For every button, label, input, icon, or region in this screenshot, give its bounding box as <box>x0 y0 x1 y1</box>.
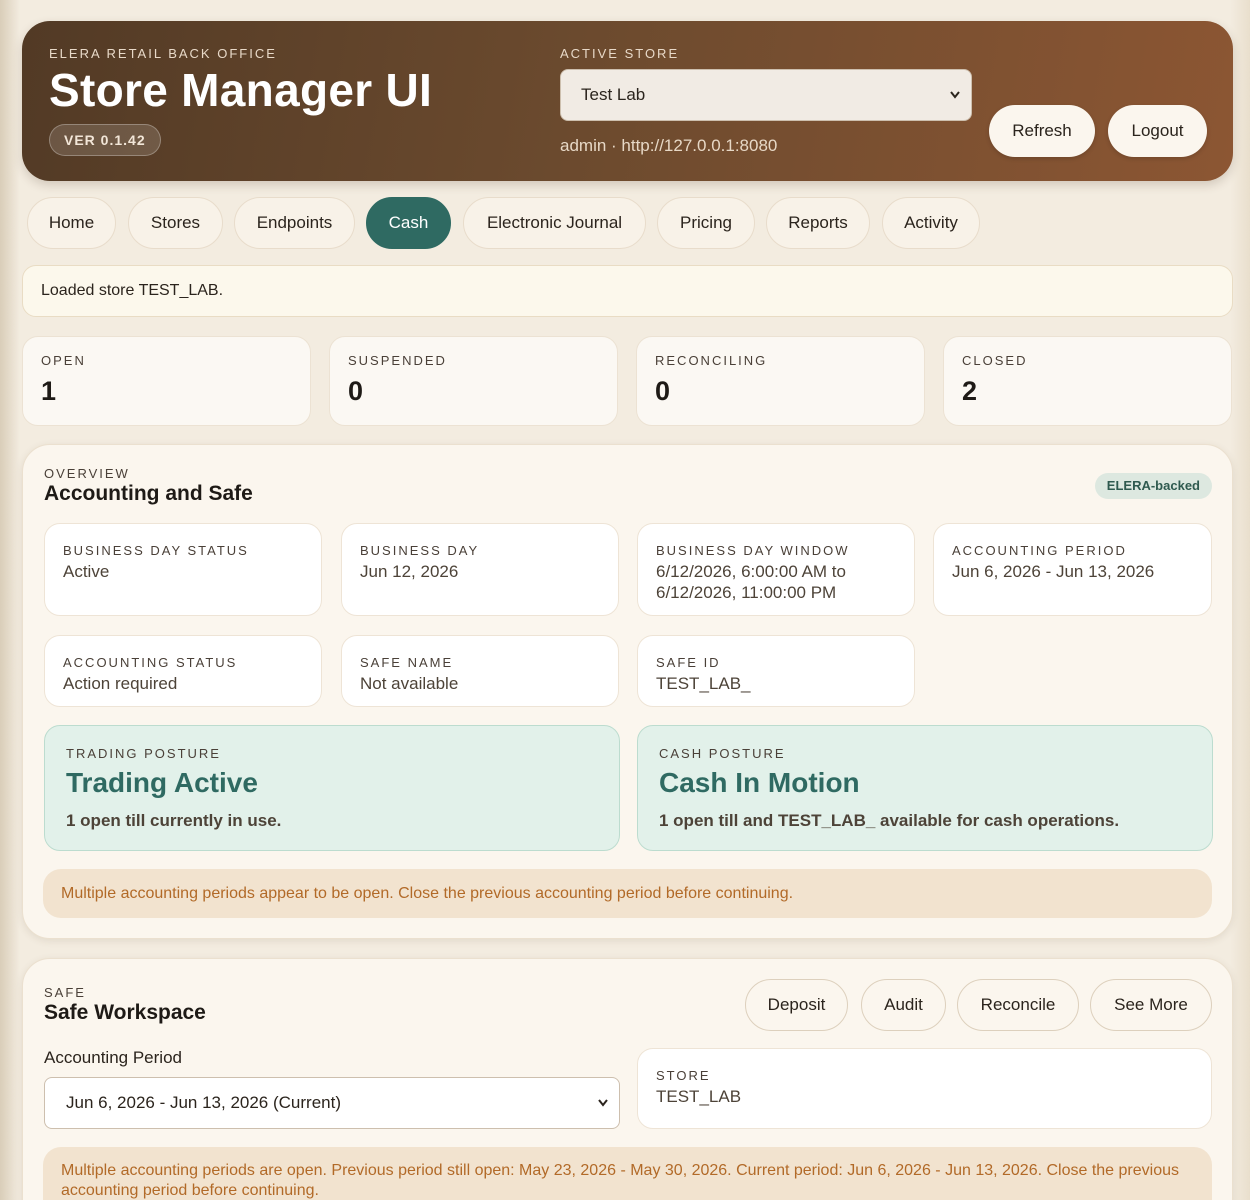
reconcile-button[interactable]: Reconcile <box>957 979 1079 1031</box>
trading-posture-title: Trading Active <box>66 767 258 798</box>
accounting-period-card: ACCOUNTING PERIOD Jun 6, 2026 - Jun 13, … <box>933 523 1212 616</box>
session-info: admin · http://127.0.0.1:8080 <box>560 136 778 155</box>
business-day-status-card: BUSINESS DAY STATUS Active <box>44 523 322 616</box>
refresh-button[interactable]: Refresh <box>989 105 1095 157</box>
info-value: Jun 6, 2026 - Jun 13, 2026 <box>952 562 1155 581</box>
trading-posture-desc: 1 open till currently in use. <box>66 811 282 830</box>
stat-value: 0 <box>348 376 364 406</box>
cash-posture-label: CASH POSTURE <box>659 746 786 761</box>
info-label: BUSINESS DAY WINDOW <box>656 543 850 558</box>
cash-posture-card: CASH POSTURE Cash In Motion 1 open till … <box>637 725 1213 851</box>
active-store-select[interactable]: Test Lab <box>560 69 972 121</box>
stat-label: CLOSED <box>962 353 1028 368</box>
info-label: BUSINESS DAY STATUS <box>63 543 249 558</box>
stat-label: RECONCILING <box>655 353 768 368</box>
info-value: TEST_LAB <box>656 1087 742 1106</box>
info-value: Active <box>63 562 110 581</box>
stat-value: 0 <box>655 376 671 406</box>
overview-title: Accounting and Safe <box>44 482 253 505</box>
accounting-period-select[interactable]: Jun 6, 2026 - Jun 13, 2026 (Current) <box>44 1077 620 1129</box>
overview-eyebrow: OVERVIEW <box>44 466 130 481</box>
business-day-card: BUSINESS DAY Jun 12, 2026 <box>341 523 619 616</box>
accounting-period-label: Accounting Period <box>44 1048 182 1067</box>
chevron-down-icon <box>949 70 961 141</box>
cash-posture-desc: 1 open till and TEST_LAB_ available for … <box>659 811 1120 830</box>
safe-id-card: SAFE ID TEST_LAB_ <box>637 635 915 707</box>
tab-reports[interactable]: Reports <box>766 197 870 249</box>
tab-home[interactable]: Home <box>27 197 116 249</box>
app-title: Store Manager UI <box>49 64 433 116</box>
stat-label: OPEN <box>41 353 86 368</box>
info-value: Jun 12, 2026 <box>360 562 459 581</box>
info-value: Not available <box>360 674 459 693</box>
page: ELERA RETAIL BACK OFFICE Store Manager U… <box>22 21 1233 1200</box>
active-store-label: ACTIVE STORE <box>560 46 680 61</box>
info-label: SAFE NAME <box>360 655 454 670</box>
tab-electronic-journal[interactable]: Electronic Journal <box>463 197 646 249</box>
app-header: ELERA RETAIL BACK OFFICE Store Manager U… <box>22 21 1233 181</box>
business-day-window-card: BUSINESS DAY WINDOW 6/12/2026, 6:00:00 A… <box>637 523 915 616</box>
info-label: ACCOUNTING STATUS <box>63 655 238 670</box>
safe-eyebrow: SAFE <box>44 985 86 1000</box>
tab-activity[interactable]: Activity <box>882 197 980 249</box>
elera-badge: ELERA-backed <box>1094 473 1212 499</box>
info-label: SAFE ID <box>656 655 721 670</box>
trading-posture-label: TRADING POSTURE <box>66 746 221 761</box>
brand-eyebrow: ELERA RETAIL BACK OFFICE <box>49 46 277 61</box>
info-label: ACCOUNTING PERIOD <box>952 543 1127 558</box>
info-label: STORE <box>656 1068 711 1083</box>
version-badge: VER 0.1.42 <box>49 124 161 156</box>
info-value: 6/12/2026, 6:00:00 AM to 6/12/2026, 11:0… <box>656 562 846 602</box>
stat-label: SUSPENDED <box>348 353 447 368</box>
status-banner: Loaded store TEST_LAB. <box>22 265 1233 317</box>
store-card: STORE TEST_LAB <box>637 1048 1212 1129</box>
stat-value: 2 <box>962 376 978 406</box>
info-label: BUSINESS DAY <box>360 543 480 558</box>
tab-stores[interactable]: Stores <box>128 197 223 249</box>
stat-value: 1 <box>41 376 57 406</box>
audit-button[interactable]: Audit <box>861 979 946 1031</box>
trading-posture-card: TRADING POSTURE Trading Active 1 open ti… <box>44 725 620 851</box>
tab-endpoints[interactable]: Endpoints <box>234 197 355 249</box>
stat-card-suspended: SUSPENDED 0 <box>329 336 618 426</box>
safe-workspace-panel: SAFE Safe Workspace Deposit Audit Reconc… <box>22 958 1233 1200</box>
tab-pricing[interactable]: Pricing <box>657 197 755 249</box>
safe-period-warning: Multiple accounting periods are open. Pr… <box>43 1147 1212 1200</box>
see-more-button[interactable]: See More <box>1090 979 1212 1031</box>
active-store-value: Test Lab <box>581 85 646 104</box>
stat-card-reconciling: RECONCILING 0 <box>636 336 925 426</box>
info-value: TEST_LAB_ <box>656 674 751 693</box>
overview-panel: OVERVIEW Accounting and Safe ELERA-backe… <box>22 444 1233 939</box>
info-value: Action required <box>63 674 178 693</box>
deposit-button[interactable]: Deposit <box>745 979 848 1031</box>
accounting-status-card: ACCOUNTING STATUS Action required <box>44 635 322 707</box>
logout-button[interactable]: Logout <box>1108 105 1207 157</box>
accounting-period-value: Jun 6, 2026 - Jun 13, 2026 (Current) <box>66 1093 341 1112</box>
safe-title: Safe Workspace <box>44 1001 206 1024</box>
tab-cash[interactable]: Cash <box>366 197 451 249</box>
stat-card-closed: CLOSED 2 <box>943 336 1232 426</box>
stat-card-open: OPEN 1 <box>22 336 311 426</box>
cash-posture-title: Cash In Motion <box>659 767 860 798</box>
safe-name-card: SAFE NAME Not available <box>341 635 619 707</box>
chevron-down-icon <box>597 1078 609 1149</box>
accounting-warning: Multiple accounting periods appear to be… <box>43 869 1212 918</box>
main-nav: Home Stores Endpoints Cash Electronic Jo… <box>27 197 1027 249</box>
